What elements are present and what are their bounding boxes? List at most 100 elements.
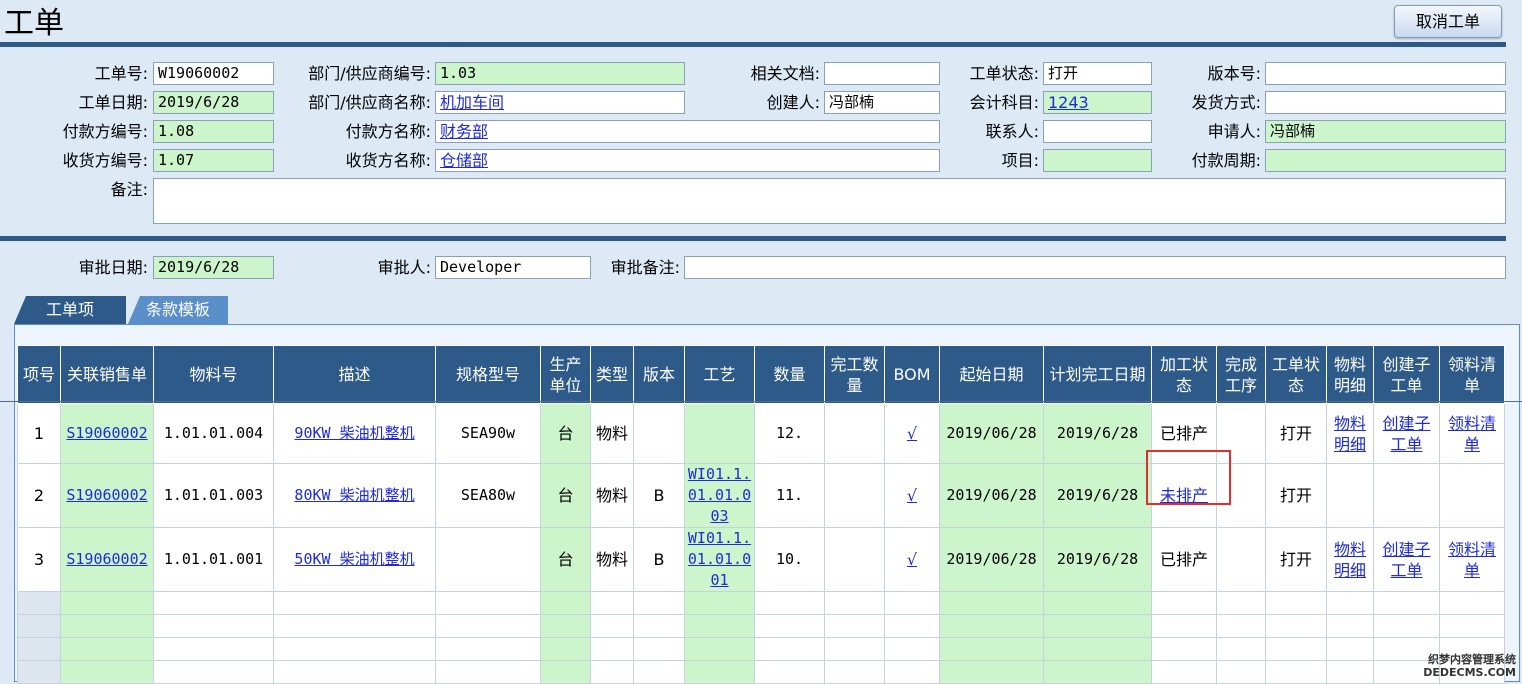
column-header: 计划完工日期 xyxy=(1043,345,1152,404)
bom-check-link[interactable]: √ xyxy=(907,486,917,505)
column-header: 创建子工单 xyxy=(1373,345,1440,404)
payer-no-field[interactable]: 1.08 xyxy=(153,120,274,143)
table-row[interactable]: 1 S19060002 1.01.01.004 90KW 柴油机整机 SEA90… xyxy=(17,403,1505,464)
contact-field[interactable] xyxy=(1043,120,1152,143)
description-link[interactable]: 80KW 柴油机整机 xyxy=(294,486,414,504)
column-header: 工单状态 xyxy=(1265,345,1327,404)
order-date-field[interactable]: 2019/6/28 xyxy=(153,91,274,114)
cancel-order-button[interactable]: 取消工单 xyxy=(1394,5,1502,38)
watermark: 织梦内容管理系统 DEDECMS.COM xyxy=(1423,653,1516,679)
description-link[interactable]: 50KW 柴油机整机 xyxy=(294,550,414,568)
approver-field[interactable]: Developer xyxy=(435,256,591,279)
pay-period-field[interactable] xyxy=(1265,149,1506,172)
receiver-name-link[interactable]: 仓储部 xyxy=(440,151,488,170)
material-detail-link[interactable]: 物料明细 xyxy=(1334,414,1366,454)
receiver-name-label: 收货方名称: xyxy=(345,151,431,170)
remark-field[interactable] xyxy=(153,178,1506,224)
bom-check-link[interactable]: √ xyxy=(907,424,917,443)
tab-order-items[interactable]: 工单项 xyxy=(14,296,126,324)
order-no-label: 工单号: xyxy=(94,64,148,83)
unit-cell: 台 xyxy=(540,527,591,592)
bom-check-link[interactable]: √ xyxy=(907,550,917,569)
ship-method-label: 发货方式: xyxy=(1191,93,1261,112)
dept-no-field[interactable]: 1.03 xyxy=(435,62,685,85)
sales-order-link[interactable]: S19060002 xyxy=(66,550,147,568)
dept-name-link[interactable]: 机加车间 xyxy=(440,93,504,112)
create-sub-order-link[interactable]: 创建子工单 xyxy=(1382,540,1430,580)
version-cell xyxy=(633,403,685,464)
qty-cell: 10. xyxy=(754,527,825,592)
approver-label: 审批人: xyxy=(377,258,431,277)
material-detail-link[interactable]: 物料明细 xyxy=(1334,540,1366,580)
column-header: 物料明细 xyxy=(1326,345,1374,404)
payer-name-link[interactable]: 财务部 xyxy=(440,122,488,141)
version-field[interactable] xyxy=(1265,62,1506,85)
column-header: 完工数量 xyxy=(824,345,885,404)
done-qty-cell xyxy=(824,463,885,528)
qty-cell: 11. xyxy=(754,463,825,528)
column-header: 生产单位 xyxy=(540,345,591,404)
account-field[interactable]: 1243 xyxy=(1043,91,1152,114)
approval-note-field[interactable] xyxy=(684,256,1506,279)
order-date-label: 工单日期: xyxy=(78,93,148,112)
pick-list-link[interactable]: 领料清单 xyxy=(1448,414,1496,454)
status-field[interactable]: 打开 xyxy=(1043,62,1152,85)
project-label: 项目: xyxy=(1001,151,1039,170)
creator-label: 创建人: xyxy=(766,93,820,112)
start-date-cell: 2019/06/28 xyxy=(939,527,1044,592)
receiver-name-field[interactable]: 仓储部 xyxy=(435,149,940,172)
contact-label: 联系人: xyxy=(985,122,1039,141)
dept-name-field[interactable]: 机加车间 xyxy=(435,91,685,114)
route-link[interactable]: WI01.1.01.01.001 xyxy=(688,529,751,589)
dept-no-label: 部门/供应商编号: xyxy=(308,64,431,83)
payer-name-field[interactable]: 财务部 xyxy=(435,120,940,143)
unit-cell: 台 xyxy=(540,403,591,464)
approval-date-field[interactable]: 2019/6/28 xyxy=(153,256,274,279)
start-date-cell: 2019/06/28 xyxy=(939,403,1044,464)
order-status-cell: 打开 xyxy=(1265,527,1327,592)
ship-method-field[interactable] xyxy=(1265,91,1506,114)
plan-date-cell: 2019/6/28 xyxy=(1043,403,1152,464)
receiver-no-field[interactable]: 1.07 xyxy=(153,149,274,172)
watermark-line2: DEDECMS.COM xyxy=(1423,666,1516,679)
column-header: 领料清单 xyxy=(1439,345,1505,404)
empty-row xyxy=(17,591,1505,615)
spec-cell xyxy=(435,527,541,592)
creator-field[interactable]: 冯部楠 xyxy=(824,91,940,114)
applicant-field[interactable]: 冯部楠 xyxy=(1265,120,1506,143)
create-sub-order-link[interactable]: 创建子工单 xyxy=(1382,414,1430,454)
description-link[interactable]: 90KW 柴油机整机 xyxy=(294,424,414,442)
sales-order-link[interactable]: S19060002 xyxy=(66,424,147,442)
table-row[interactable]: 3 S19060002 1.01.01.001 50KW 柴油机整机 台 物料 … xyxy=(17,527,1505,592)
account-link[interactable]: 1243 xyxy=(1048,93,1089,112)
order-items-table: 项号 关联销售单 物料号 描述 规格型号 生产单位 类型 版本 工艺 数量 完工… xyxy=(17,345,1505,684)
done-step-cell xyxy=(1216,527,1266,592)
remark-label: 备注: xyxy=(110,180,148,199)
column-header: 类型 xyxy=(590,345,634,404)
project-field[interactable] xyxy=(1043,149,1152,172)
order-no-field[interactable]: W19060002 xyxy=(153,62,274,85)
column-header: 描述 xyxy=(273,345,436,404)
type-cell: 物料 xyxy=(590,527,634,592)
order-status-cell: 打开 xyxy=(1265,463,1327,528)
pick-list-link[interactable]: 领料清单 xyxy=(1448,540,1496,580)
page-title: 工单 xyxy=(4,6,64,41)
version-cell: B xyxy=(633,527,685,592)
route-link[interactable]: WI01.1.01.01.003 xyxy=(688,465,751,525)
receiver-no-label: 收货方编号: xyxy=(62,151,148,170)
table-row[interactable]: 2 S19060002 1.01.01.003 80KW 柴油机整机 SEA80… xyxy=(17,463,1505,528)
tab-terms-template[interactable]: 条款模板 xyxy=(128,296,228,324)
column-header: 物料号 xyxy=(153,345,274,404)
start-date-cell: 2019/06/28 xyxy=(939,463,1044,528)
unit-cell: 台 xyxy=(540,463,591,528)
payer-no-label: 付款方编号: xyxy=(62,122,148,141)
sales-order-link[interactable]: S19060002 xyxy=(66,486,147,504)
spec-cell: SEA90w xyxy=(435,403,541,464)
docs-field[interactable] xyxy=(824,62,940,85)
column-header: 规格型号 xyxy=(435,345,541,404)
plan-date-cell: 2019/6/28 xyxy=(1043,527,1152,592)
column-header: 完成工序 xyxy=(1216,345,1266,404)
empty-row xyxy=(17,637,1505,661)
item-no-cell: 1.01.01.001 xyxy=(153,527,274,592)
dept-name-label: 部门/供应商名称: xyxy=(308,93,431,112)
